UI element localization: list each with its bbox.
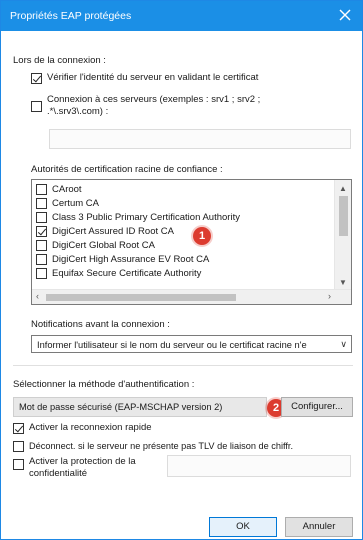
scroll-down-icon[interactable]: ▼: [339, 278, 347, 287]
ok-button-label: OK: [236, 521, 250, 532]
ca-checkbox[interactable]: [36, 184, 47, 195]
ca-checkbox[interactable]: [36, 226, 47, 237]
verify-cert-checkbox[interactable]: [31, 73, 42, 84]
cancel-button[interactable]: Annuler: [285, 517, 353, 537]
scroll-right-icon[interactable]: ›: [328, 291, 331, 301]
ca-checkbox[interactable]: [36, 240, 47, 251]
privacy-input[interactable]: [167, 455, 351, 477]
scroll-up-icon[interactable]: ▲: [339, 184, 347, 193]
fast-reconnect-label: Activer la reconnexion rapide: [29, 422, 152, 433]
scroll-thumb[interactable]: [339, 196, 348, 236]
scroll-left-icon[interactable]: ‹: [36, 291, 39, 301]
ca-checkbox[interactable]: [36, 212, 47, 223]
auth-method-select[interactable]: Mot de passe sécurisé (EAP-MSCHAP versio…: [13, 397, 267, 417]
ca-item-label: Class 3 Public Primary Certification Aut…: [52, 212, 240, 223]
notifications-selected: Informer l'utilisateur si le nom du serv…: [37, 340, 307, 350]
window-title: Propriétés EAP protégées: [10, 10, 132, 22]
ok-button[interactable]: OK: [209, 517, 277, 537]
list-item[interactable]: Certum CA: [36, 197, 332, 211]
notifications-label: Notifications avant la connexion :: [31, 319, 170, 330]
verify-cert-label: Vérifier l'identité du serveur en valida…: [47, 72, 259, 83]
ca-item-label: Certum CA: [52, 198, 99, 209]
connect-servers-label-line1: Connexion à ces serveurs (exemples : srv…: [47, 94, 261, 105]
ca-item-label: DigiCert High Assurance EV Root CA: [52, 254, 210, 265]
servers-input[interactable]: [49, 129, 351, 149]
eap-properties-dialog: Propriétés EAP protégées Lors de la conn…: [0, 0, 363, 540]
ca-item-label: Equifax Secure Certificate Authority: [52, 268, 202, 279]
disconnect-label: Déconnect. si le serveur ne présente pas…: [29, 441, 294, 451]
notifications-dropdown[interactable]: Informer l'utilisateur si le nom du serv…: [31, 335, 352, 353]
ca-checkbox[interactable]: [36, 198, 47, 209]
list-item[interactable]: Class 3 Public Primary Certification Aut…: [36, 211, 332, 225]
list-item[interactable]: DigiCert Assured ID Root CA: [36, 225, 332, 239]
horizontal-scrollbar[interactable]: ‹ ›: [32, 289, 351, 304]
connect-servers-label-line2: .*\.srv3\.com) :: [47, 106, 109, 117]
vertical-scrollbar[interactable]: ▲ ▼: [334, 180, 351, 290]
list-item[interactable]: Equifax Secure Certificate Authority: [36, 267, 332, 281]
list-item[interactable]: DigiCert Global Root CA: [36, 239, 332, 253]
ca-checkbox[interactable]: [36, 268, 47, 279]
connect-servers-checkbox[interactable]: [31, 101, 42, 112]
cancel-button-label: Annuler: [302, 521, 336, 532]
auth-method-selected: Mot de passe sécurisé (EAP-MSCHAP versio…: [19, 402, 223, 412]
ca-list[interactable]: CAroot Certum CA Class 3 Public Primary …: [31, 179, 352, 305]
scroll-thumb[interactable]: [46, 294, 236, 301]
privacy-checkbox[interactable]: [13, 459, 24, 470]
list-item[interactable]: DigiCert High Assurance EV Root CA: [36, 253, 332, 267]
list-item[interactable]: CAroot: [36, 183, 332, 197]
disconnect-checkbox[interactable]: [13, 441, 24, 452]
ca-item-label: CAroot: [52, 184, 82, 195]
ca-section-label: Autorités de certification racine de con…: [31, 164, 223, 175]
group-divider: [13, 365, 353, 366]
chevron-down-icon: ∨: [340, 339, 347, 349]
configure-button-label: Configurer...: [291, 401, 343, 412]
connection-section-label: Lors de la connexion :: [13, 55, 106, 66]
annotation-marker-1: 1: [193, 227, 211, 245]
close-icon[interactable]: [336, 6, 354, 24]
title-bar: Propriétés EAP protégées: [1, 1, 362, 31]
auth-method-label: Sélectionner la méthode d'authentificati…: [13, 379, 195, 390]
configure-button[interactable]: Configurer...: [281, 397, 353, 417]
ca-checkbox[interactable]: [36, 254, 47, 265]
ca-item-label: DigiCert Global Root CA: [52, 240, 155, 251]
ca-item-label: DigiCert Assured ID Root CA: [52, 226, 174, 238]
privacy-label-line1: Activer la protection de la: [29, 456, 136, 467]
privacy-label-line2: confidentialité: [29, 468, 88, 479]
fast-reconnect-checkbox[interactable]: [13, 423, 24, 434]
